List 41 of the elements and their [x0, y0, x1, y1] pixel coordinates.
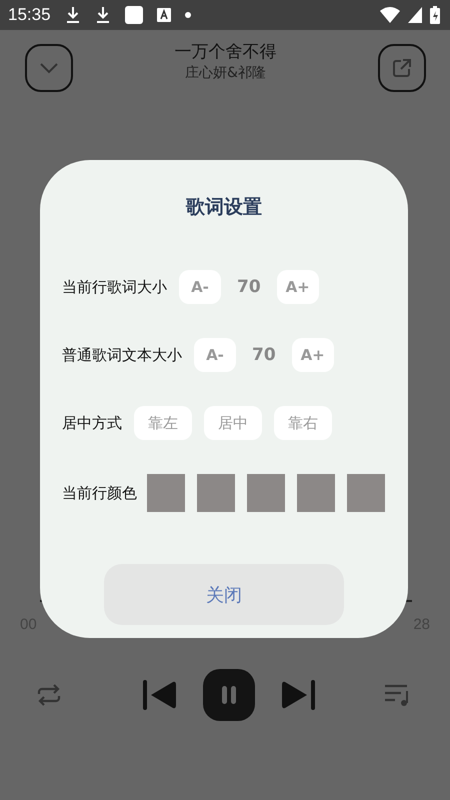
- share-icon: [392, 58, 412, 78]
- pause-button[interactable]: [203, 669, 255, 721]
- increase-button[interactable]: A+: [276, 270, 319, 304]
- alignment-option[interactable]: 靠右: [274, 406, 332, 440]
- dot-icon: [184, 12, 191, 18]
- download-icon: [94, 6, 111, 24]
- dialog-title: 歌词设置: [186, 195, 262, 220]
- chevron-down-icon: [39, 62, 59, 74]
- share-button[interactable]: [378, 44, 426, 92]
- setting-label: 普通歌词文本大小: [62, 346, 182, 364]
- size-value: 70: [236, 277, 262, 297]
- setting-label: 当前行颜色: [62, 484, 137, 502]
- decrease-button[interactable]: A-: [194, 338, 236, 372]
- color-swatch[interactable]: [197, 474, 235, 512]
- artist-name: 庄心妍&祁隆: [184, 64, 267, 82]
- alignment-option[interactable]: 靠左: [134, 406, 192, 440]
- decrease-button[interactable]: A-: [179, 270, 221, 304]
- playlist-icon[interactable]: [384, 684, 410, 706]
- color-swatch[interactable]: [347, 474, 385, 512]
- signal-icon: [408, 7, 422, 23]
- color-swatch[interactable]: [147, 474, 185, 512]
- download-icon: [64, 6, 81, 24]
- collapse-button[interactable]: [25, 44, 73, 92]
- app-icon: [156, 8, 171, 22]
- size-value: 70: [251, 345, 277, 365]
- color-swatch[interactable]: [297, 474, 335, 512]
- next-icon[interactable]: [281, 680, 315, 710]
- alignment-option[interactable]: 居中: [204, 406, 262, 440]
- battery-icon: [430, 6, 440, 24]
- pause-icon: [221, 686, 237, 704]
- color-swatch[interactable]: [247, 474, 285, 512]
- app-icon: [124, 6, 143, 24]
- close-button[interactable]: 关闭: [104, 564, 344, 625]
- status-time: 15:35: [8, 5, 51, 25]
- song-title: 一万个舍不得: [174, 41, 276, 63]
- repeat-icon[interactable]: [36, 684, 62, 706]
- setting-label: 当前行歌词大小: [62, 278, 167, 296]
- increase-button[interactable]: A+: [292, 338, 334, 372]
- setting-label: 居中方式: [62, 414, 122, 432]
- previous-icon[interactable]: [143, 680, 177, 710]
- wifi-icon: [380, 7, 400, 23]
